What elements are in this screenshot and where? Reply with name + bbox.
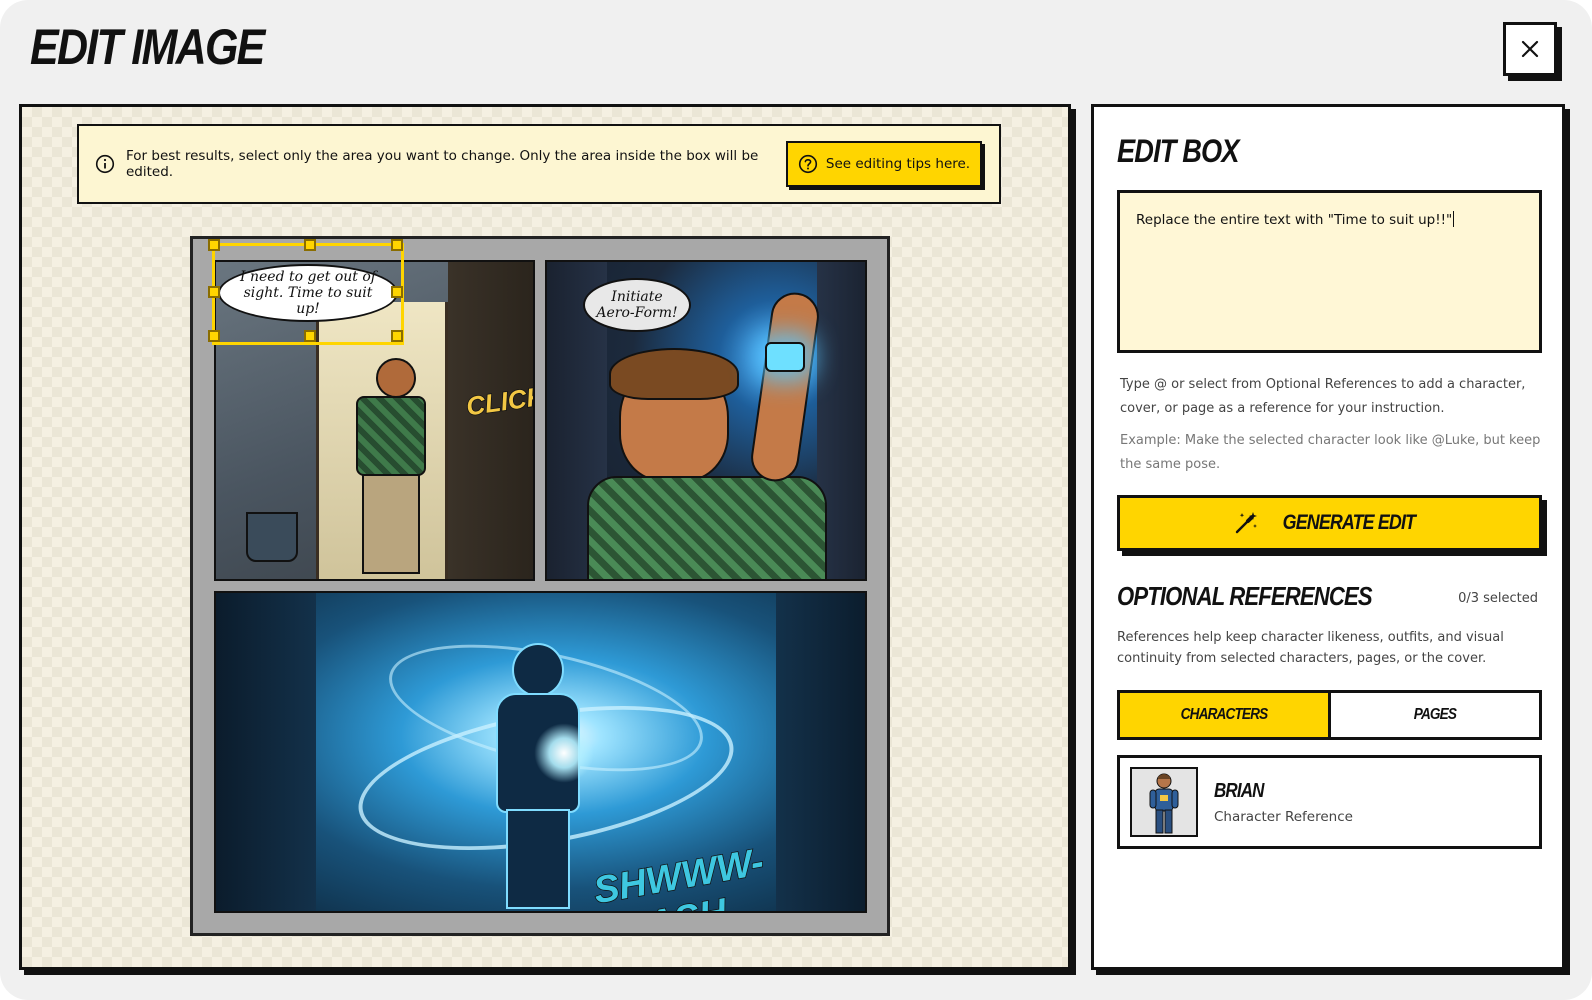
tab-characters[interactable]: CHARACTERS (1120, 693, 1331, 737)
raised-arm (748, 289, 822, 485)
tip-banner: For best results, select only the area y… (77, 124, 1001, 204)
boy-shirt (356, 396, 426, 476)
close-button[interactable] (1503, 22, 1557, 76)
editing-tips-button[interactable]: See editing tips here. (786, 141, 982, 187)
resize-handle-left[interactable] (208, 286, 220, 298)
resize-handle-top-left[interactable] (208, 239, 220, 251)
shwww-flash-sfx: SHWWW-FLASH (590, 840, 768, 913)
help-icon (798, 154, 817, 174)
edit-box-title: EDIT BOX (1117, 133, 1240, 169)
magic-wand-icon (1235, 512, 1257, 534)
resize-handle-top-right[interactable] (391, 239, 403, 251)
mop-bucket (246, 512, 298, 562)
comic-page-image[interactable]: I need to get out of sight. Time to suit… (190, 236, 890, 936)
edit-instruction-input[interactable]: Replace the entire text with "Time to su… (1117, 190, 1542, 353)
energy-flash (534, 723, 594, 783)
character-avatar (1130, 767, 1198, 837)
boy-head (376, 358, 416, 398)
resize-handle-bottom-left[interactable] (208, 330, 220, 342)
tip-text: For best results, select only the area y… (126, 148, 759, 180)
resize-handle-bottom-right[interactable] (391, 330, 403, 342)
comic-panel-3: SHWWW-FLASH (214, 591, 867, 913)
resize-handle-bottom[interactable] (304, 330, 316, 342)
character-reference-card[interactable]: BRIAN Character Reference (1117, 755, 1542, 849)
editing-tips-label: See editing tips here. (825, 156, 971, 172)
boy-torso (587, 476, 827, 579)
resize-handle-top[interactable] (304, 239, 316, 251)
info-icon (95, 154, 115, 174)
hero-figure-icon (1149, 773, 1179, 834)
optional-references-title: OPTIONAL REFERENCES (1117, 581, 1373, 611)
example-help-text: Example: Make the selected character loo… (1120, 433, 1541, 472)
glowing-watch (765, 342, 805, 372)
resize-handle-right[interactable] (391, 286, 403, 298)
door-shelves (448, 262, 533, 579)
edit-box-panel: EDIT BOX Replace the entire text with "T… (1091, 104, 1565, 970)
character-name: BRIAN (1214, 779, 1264, 802)
boy-hair (609, 348, 739, 400)
storage-wall-left (216, 593, 316, 911)
silhouette-head (512, 643, 564, 697)
references-selected-count: 0/3 selected (1458, 591, 1538, 606)
tab-pages[interactable]: PAGES (1331, 693, 1539, 737)
tab-characters-label: CHARACTERS (1180, 706, 1269, 723)
edit-image-modal: EDIT IMAGE For best results, select only… (0, 0, 1592, 1000)
generate-edit-label: GENERATE EDIT (1282, 511, 1415, 534)
reference-tabs: CHARACTERS PAGES (1117, 690, 1542, 740)
close-icon (1521, 40, 1539, 58)
text-caret (1453, 211, 1455, 227)
reference-help-text: Type @ or select from Optional Reference… (1120, 377, 1526, 416)
image-canvas-panel: For best results, select only the area y… (19, 104, 1071, 970)
character-subtitle: Character Reference (1214, 808, 1353, 825)
boy-pants (362, 474, 420, 574)
comic-panel-2: Initiate Aero-Form! (545, 260, 867, 581)
speech-bubble-2: Initiate Aero-Form! (583, 278, 691, 332)
edit-instruction-text: Replace the entire text with "Time to su… (1136, 212, 1453, 228)
selection-box[interactable] (208, 239, 404, 345)
generate-edit-button[interactable]: GENERATE EDIT (1117, 495, 1542, 551)
character-info: BRIAN Character Reference (1214, 780, 1353, 825)
modal-title: EDIT IMAGE (30, 19, 265, 75)
references-description: References help keep character likeness,… (1117, 630, 1504, 666)
tab-pages-label: PAGES (1413, 706, 1457, 723)
silhouette-legs (506, 809, 570, 909)
